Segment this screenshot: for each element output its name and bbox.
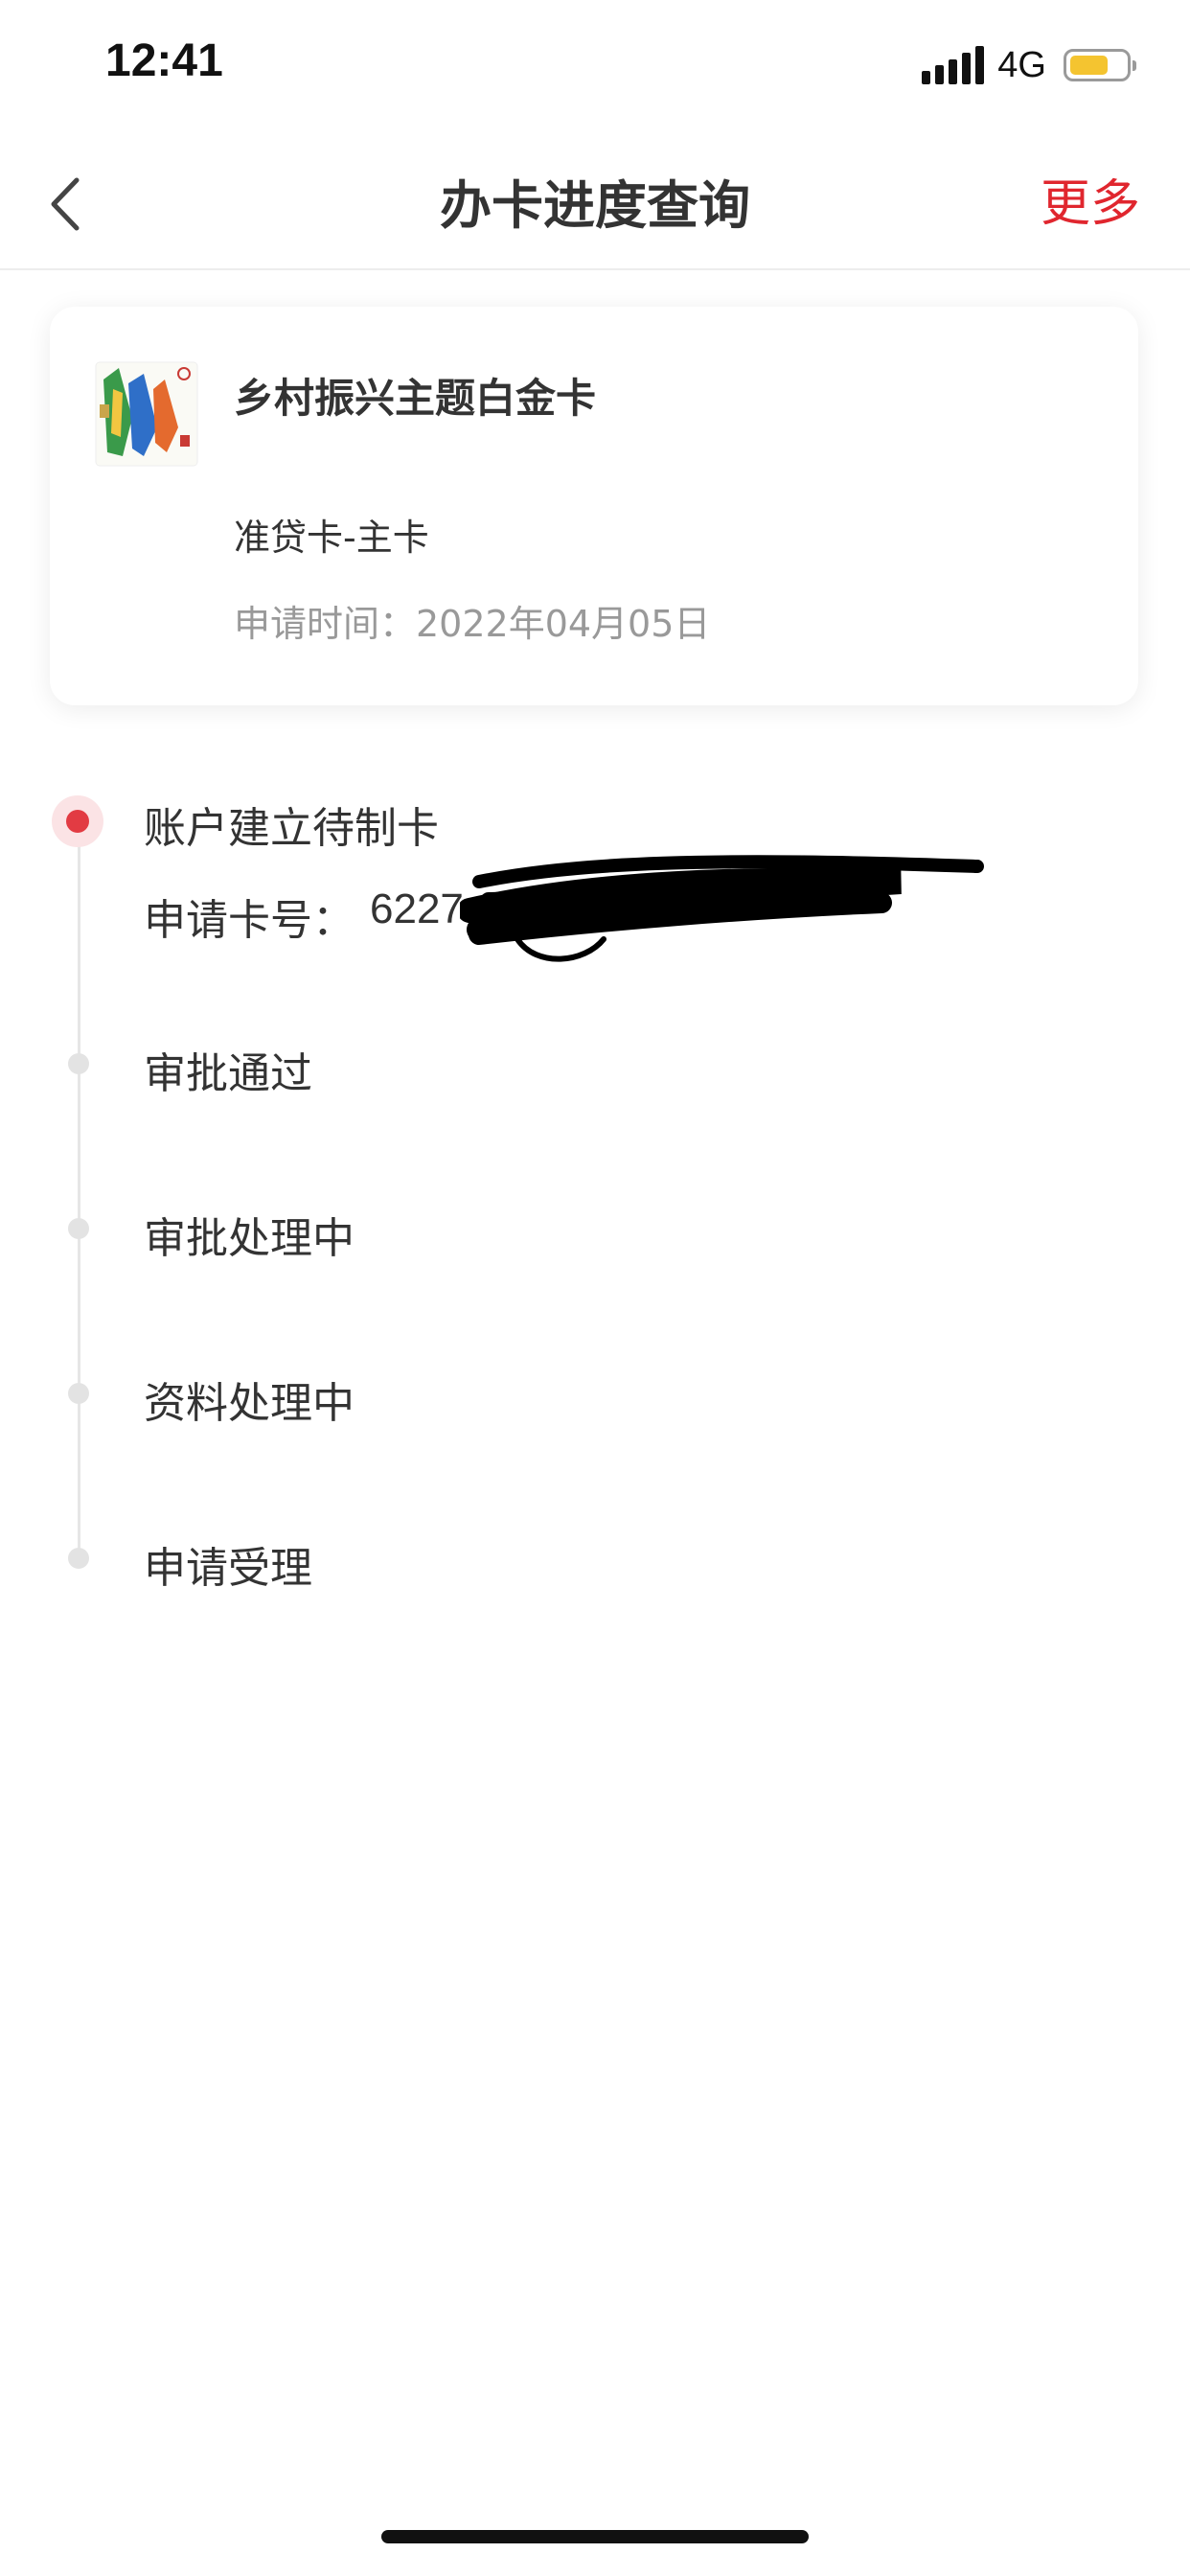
- step-label: 账户建立待制卡: [144, 804, 439, 853]
- step-dot-icon: [68, 1053, 89, 1074]
- card-thumbnail-image: [94, 360, 199, 468]
- active-step-dot-icon: [52, 795, 103, 847]
- status-bar-right: 4G: [922, 42, 1136, 88]
- step-dot-icon: [68, 1218, 89, 1239]
- signal-icon: [922, 46, 985, 84]
- more-button[interactable]: 更多: [1041, 163, 1140, 235]
- step-label: 审批通过: [144, 1049, 312, 1098]
- step-dot-icon: [68, 1548, 89, 1569]
- card-number-label: 申请卡号：: [144, 896, 355, 945]
- step-label: 申请受理: [144, 1544, 312, 1593]
- battery-icon: [1064, 49, 1136, 81]
- home-indicator[interactable]: [381, 2530, 809, 2543]
- card-info-panel: 乡村振兴主题白金卡 准贷卡-主卡 申请时间：2022年04月05日: [50, 307, 1138, 705]
- card-type: 准贷卡-主卡: [234, 517, 429, 559]
- step-label: 资料处理中: [144, 1379, 355, 1428]
- network-label: 4G: [997, 44, 1046, 85]
- status-time: 12:41: [105, 35, 223, 86]
- redaction-scribble: [460, 855, 984, 962]
- nav-bar: 办卡进度查询 更多: [0, 144, 1190, 270]
- timeline-line: [78, 824, 80, 1562]
- page-title: 办卡进度查询: [440, 175, 750, 236]
- step-label: 审批处理中: [144, 1214, 355, 1263]
- step-dot-icon: [68, 1383, 89, 1404]
- apply-time: 申请时间：2022年04月05日: [234, 603, 711, 645]
- card-number-value: 6227: [370, 886, 464, 932]
- battery-fill: [1070, 56, 1109, 75]
- screen: 12:41 4G 办卡进度查询 更多 乡村振兴主题白金卡 准贷卡-主卡 申请时间…: [0, 0, 1190, 2576]
- card-name: 乡村振兴主题白金卡: [234, 375, 597, 422]
